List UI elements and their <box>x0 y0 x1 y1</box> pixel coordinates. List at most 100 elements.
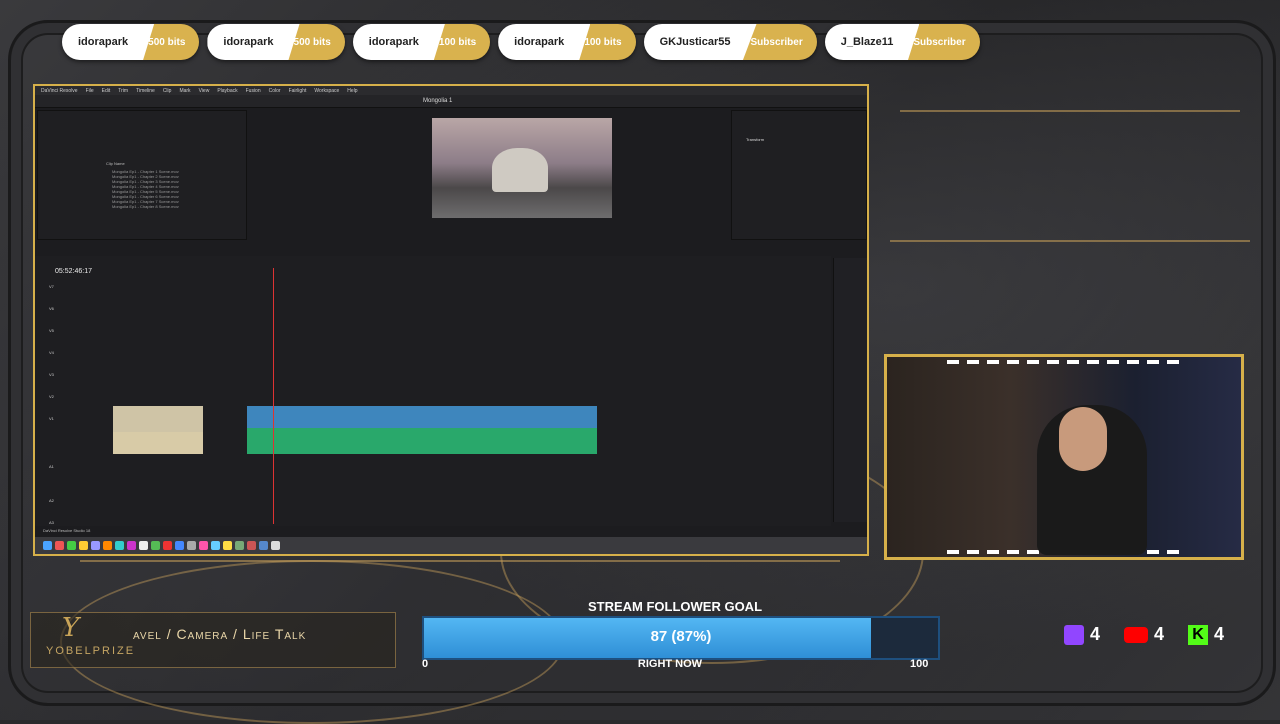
menu-item[interactable]: Fusion <box>246 88 261 94</box>
twitch-counter: 4 <box>1064 624 1100 645</box>
track-label: V5 <box>49 328 54 333</box>
app-icon[interactable] <box>139 541 148 550</box>
alert-name: idorapark <box>207 24 300 60</box>
timeline-playhead[interactable] <box>273 268 274 524</box>
audio-mixer <box>833 258 867 522</box>
goal-progress-bar: 87 (87%) <box>422 616 940 660</box>
audio-clip[interactable] <box>247 428 597 454</box>
timeline-panel: 05:52:46:17 V7 V6 V5 V4 V3 V2 V1 A1 A2 A… <box>35 256 831 526</box>
menu-item[interactable]: File <box>86 88 94 94</box>
app-icon[interactable] <box>127 541 136 550</box>
alert-pill: idorapark 500 bits <box>62 24 200 60</box>
app-icon[interactable] <box>259 541 268 550</box>
streamer-face <box>1059 407 1107 471</box>
alert-pill: GKJusticar55 Subscriber <box>643 24 817 60</box>
track-headers: V7 V6 V5 V4 V3 V2 V1 A1 A2 A3 <box>49 284 54 542</box>
app-icon[interactable] <box>151 541 160 550</box>
app-icon[interactable] <box>247 541 256 550</box>
app-icon[interactable] <box>67 541 76 550</box>
track-label: V1 <box>49 416 54 421</box>
goal-subtitle: RIGHT NOW <box>637 658 703 670</box>
alert-name: idorapark <box>352 24 445 60</box>
app-icon[interactable] <box>79 541 88 550</box>
webcam-feed <box>884 354 1244 560</box>
timeline-timecode: 05:52:46:17 <box>55 268 92 275</box>
app-icon[interactable] <box>199 541 208 550</box>
menu-item[interactable]: Mark <box>179 88 190 94</box>
viewer-frame-image <box>492 148 548 192</box>
menu-item[interactable]: Clip <box>163 88 172 94</box>
alert-pill: idorapark 500 bits <box>207 24 345 60</box>
kick-icon: K <box>1188 624 1208 645</box>
app-icon[interactable] <box>91 541 100 550</box>
alert-bar: idorapark 500 bits idorapark 500 bits idor… <box>62 24 980 60</box>
finder-icon[interactable] <box>43 541 52 550</box>
video-clip[interactable] <box>113 406 203 432</box>
video-viewer[interactable] <box>432 118 612 218</box>
decorative-ridge <box>900 110 1240 142</box>
youtube-icon <box>1124 626 1148 643</box>
brand-name: YOBELPRIZE <box>46 645 136 657</box>
app-icon[interactable] <box>55 541 64 550</box>
app-icon[interactable] <box>223 541 232 550</box>
cam-border-decoration <box>947 360 1181 364</box>
alert-name: GKJusticar55 <box>643 24 757 60</box>
twitch-icon <box>1064 624 1084 645</box>
alert-pill: idorapark 100 bits <box>498 24 636 60</box>
decorative-ridge <box>80 560 840 592</box>
track-label: V3 <box>49 372 54 377</box>
alert-name: idorapark <box>62 24 155 60</box>
brand-tagline: avel / Camera / Life Talk <box>133 626 307 642</box>
menu-item[interactable]: Playback <box>217 88 237 94</box>
alert-name: J_Blaze11 <box>824 24 920 60</box>
menu-item[interactable]: Color <box>269 88 281 94</box>
track-label: V2 <box>49 394 54 399</box>
decorative-ridge <box>890 240 1250 272</box>
menu-item[interactable]: DaVinci Resolve <box>41 88 78 94</box>
project-title: Mongolia 1 <box>423 98 453 104</box>
menu-item[interactable]: Help <box>347 88 357 94</box>
alert-pill: J_Blaze11 Subscriber <box>824 24 980 60</box>
menu-item[interactable]: Workspace <box>314 88 339 94</box>
app-icon[interactable] <box>163 541 172 550</box>
inspector-section-title: Transform <box>746 137 765 142</box>
kick-count: 4 <box>1214 624 1225 644</box>
track-label: V4 <box>49 350 54 355</box>
kick-counter: K 4 <box>1188 624 1224 645</box>
track-label: A2 <box>49 498 54 503</box>
video-clip[interactable] <box>247 406 597 428</box>
alert-pill: idorapark 100 bits <box>352 24 491 60</box>
twitch-count: 4 <box>1090 624 1101 644</box>
goal-title: STREAM FOLLOWER GOAL <box>587 599 763 614</box>
alert-name: idorapark <box>498 24 591 60</box>
menu-item[interactable]: Edit <box>102 88 111 94</box>
media-pool-panel: Clip Name Mongolia Ep1 - Chapter 1 Scene… <box>37 110 247 240</box>
menu-item[interactable]: View <box>199 88 210 94</box>
app-icon[interactable] <box>103 541 112 550</box>
mac-dock: DaVinci Resolve Studio 18 <box>35 528 867 554</box>
app-icon[interactable] <box>115 541 124 550</box>
mac-menubar: DaVinci Resolve File Edit Trim Timeline … <box>35 86 867 95</box>
app-icon[interactable] <box>187 541 196 550</box>
app-label: DaVinci Resolve Studio 18 <box>43 528 91 533</box>
inspector-panel: Transform <box>731 110 867 240</box>
clip-name-header: Clip Name <box>106 161 125 166</box>
youtube-counter: 4 <box>1124 624 1164 645</box>
audio-clip[interactable] <box>113 432 203 454</box>
menu-item[interactable]: Timeline <box>136 88 155 94</box>
menu-item[interactable]: Fairlight <box>289 88 307 94</box>
track-label: V6 <box>49 306 54 311</box>
track-label: A1 <box>49 464 54 469</box>
app-icon[interactable] <box>271 541 280 550</box>
app-icon[interactable] <box>235 541 244 550</box>
app-icon[interactable] <box>211 541 220 550</box>
clip-list: Mongolia Ep1 - Chapter 1 Scene.mov Mongo… <box>112 169 179 209</box>
menu-item[interactable]: Trim <box>118 88 128 94</box>
goal-min: 0 <box>422 658 429 670</box>
brand-logo: Y <box>62 613 80 643</box>
track-label: V7 <box>49 284 54 289</box>
goal-max: 100 <box>910 658 929 670</box>
goal-value: 87 (87%) <box>650 628 712 645</box>
clip-item[interactable]: Mongolia Ep1 - Chapter 8 Scene.mov <box>112 204 179 209</box>
app-icon[interactable] <box>175 541 184 550</box>
